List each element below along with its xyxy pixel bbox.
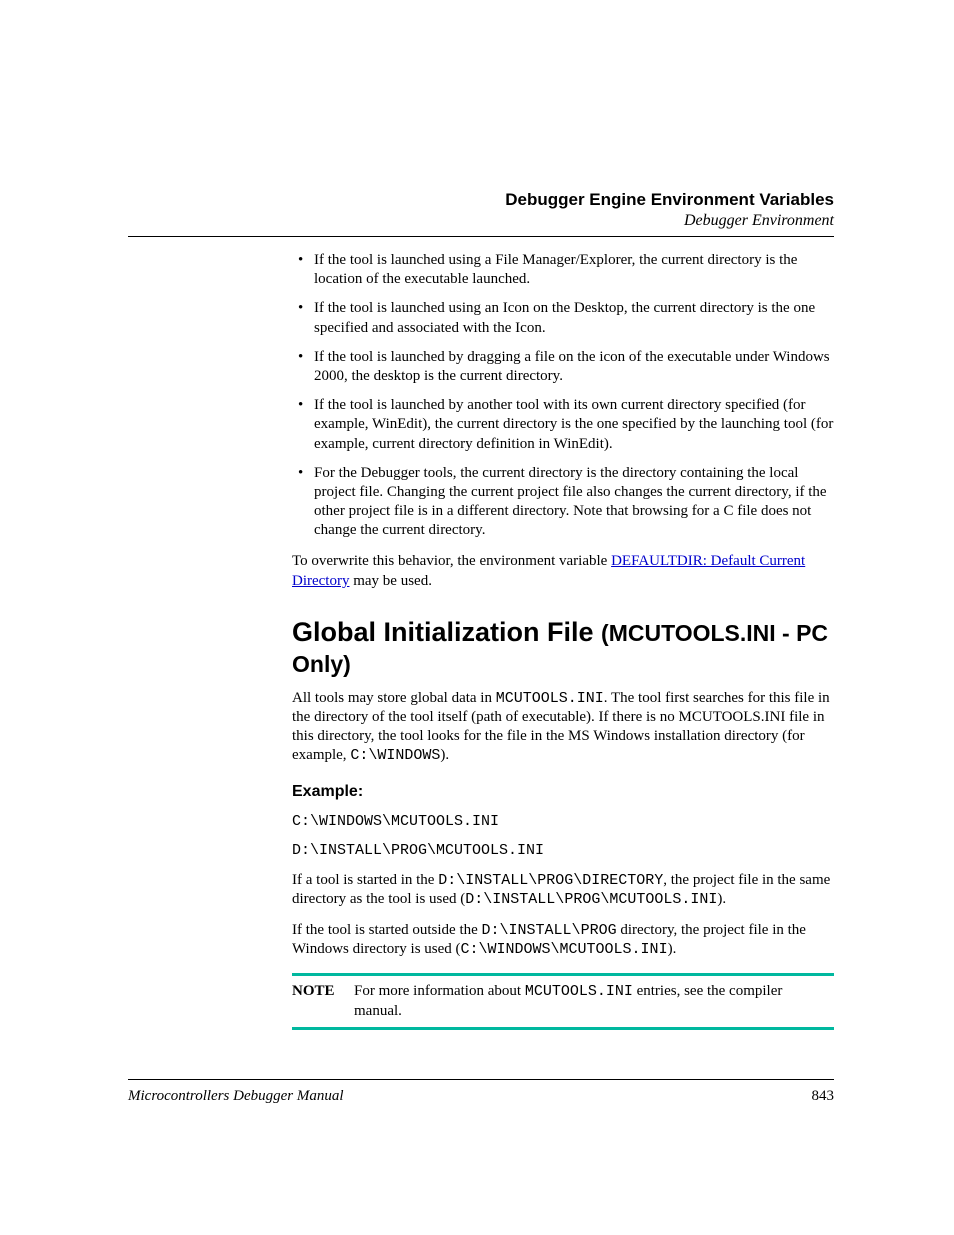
code-text: MCUTOOLS.INI (525, 983, 633, 1000)
section-heading: Global Initialization File (MCUTOOLS.INI… (292, 617, 834, 679)
note-box: NOTE For more information about MCUTOOLS… (292, 973, 834, 1030)
intro-paragraph: All tools may store global data in MCUTO… (292, 689, 834, 766)
text: ). (717, 891, 726, 907)
list-item: If the tool is launched by dragging a fi… (292, 348, 834, 386)
list-item: If the tool is launched using a File Man… (292, 251, 834, 289)
page-number: 843 (812, 1088, 835, 1105)
code-text: D:\INSTALL\PROG (482, 922, 617, 939)
footer-title: Microcontrollers Debugger Manual (128, 1088, 344, 1105)
text: To overwrite this behavior, the environm… (292, 553, 611, 569)
text: may be used. (349, 573, 431, 589)
note-text: For more information about MCUTOOLS.INI … (354, 982, 834, 1021)
code-text: C:\WINDOWS\MCUTOOLS.INI (461, 941, 668, 958)
list-item: For the Debugger tools, the current dire… (292, 464, 834, 541)
code-line: D:\INSTALL\PROG\MCUTOOLS.INI (292, 841, 834, 860)
text: All tools may store global data in (292, 690, 496, 706)
header-subtitle: Debugger Environment (128, 212, 834, 230)
text: ). (668, 941, 677, 957)
overwrite-paragraph: To overwrite this behavior, the environm… (292, 552, 834, 590)
footer-rule (128, 1079, 834, 1080)
text: ). (440, 747, 449, 763)
running-header: Debugger Engine Environment Variables De… (128, 190, 834, 230)
paragraph: If a tool is started in the D:\INSTALL\P… (292, 871, 834, 909)
paragraph: If the tool is started outside the D:\IN… (292, 921, 834, 959)
header-title: Debugger Engine Environment Variables (128, 190, 834, 210)
bullet-list: If the tool is launched using a File Man… (292, 251, 834, 540)
text: If the tool is started outside the (292, 922, 482, 938)
list-item: If the tool is launched using an Icon on… (292, 299, 834, 337)
code-text: C:\WINDOWS (350, 747, 440, 764)
code-text: D:\INSTALL\PROG\MCUTOOLS.INI (465, 891, 717, 908)
text: If a tool is started in the (292, 872, 438, 888)
page-footer: Microcontrollers Debugger Manual 843 (128, 1079, 834, 1105)
list-item: If the tool is launched by another tool … (292, 396, 834, 454)
page: Debugger Engine Environment Variables De… (0, 0, 954, 1235)
code-text: D:\INSTALL\PROG\DIRECTORY (438, 872, 663, 889)
example-heading: Example: (292, 782, 834, 802)
text: For more information about (354, 983, 525, 999)
code-text: MCUTOOLS.INI (496, 690, 604, 707)
note-label: NOTE (292, 982, 354, 1001)
body-content: If the tool is launched using a File Man… (292, 251, 834, 1030)
heading-main: Global Initialization File (292, 617, 601, 647)
header-rule (128, 236, 834, 237)
code-line: C:\WINDOWS\MCUTOOLS.INI (292, 812, 834, 831)
